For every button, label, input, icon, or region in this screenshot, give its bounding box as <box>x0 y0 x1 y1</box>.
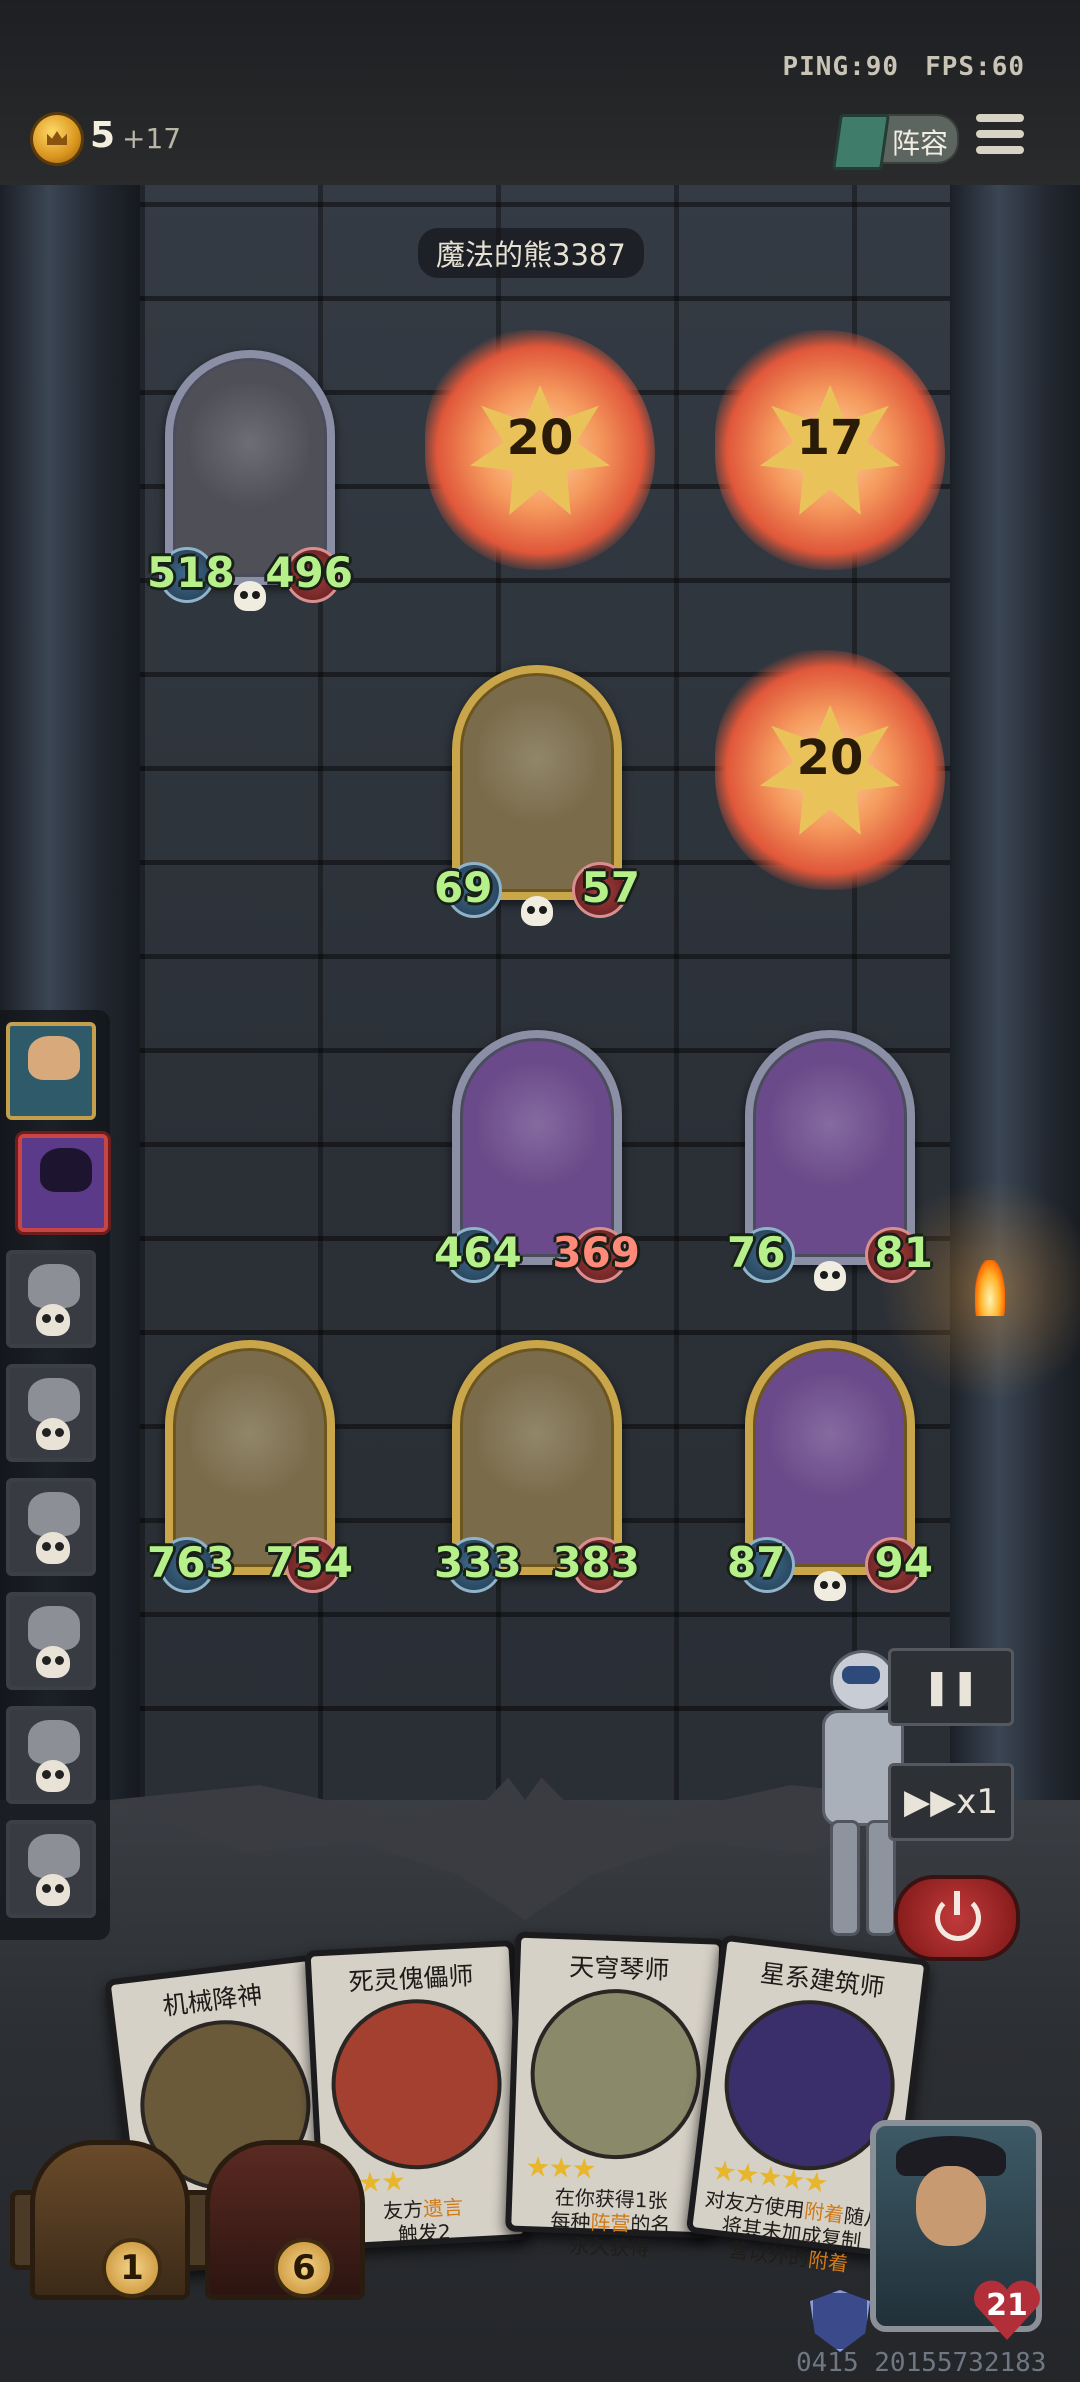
unit-attack: 333 <box>434 1538 522 1587</box>
avatar <box>28 1378 80 1422</box>
skull-icon <box>814 1571 846 1601</box>
skull-icon <box>36 1646 70 1678</box>
mech-dragon-portrait <box>191 384 309 534</box>
torch-flame-icon <box>975 1260 1005 1316</box>
card-description: 在你获得1张 每种阵营的名 永久获得 <box>550 2185 671 2261</box>
player-portrait-eliminated[interactable] <box>6 1250 96 1348</box>
lineup-label: 阵容 <box>892 127 949 160</box>
unit-health: 57 <box>581 863 640 912</box>
unit-health: 369 <box>552 1228 640 1277</box>
unit-card[interactable]: 87 94 <box>727 1340 933 1601</box>
card-title: 死灵傀儡师 <box>347 1961 475 1997</box>
skull-icon <box>36 1304 70 1336</box>
skull-icon <box>36 1532 70 1564</box>
card-portrait <box>531 1990 700 2158</box>
opponent-name: 魔法的熊3387 <box>418 228 644 278</box>
card-stars: ★★★ <box>524 2150 596 2186</box>
unit-attack: 76 <box>727 1228 786 1277</box>
unit-card[interactable]: 763 754 <box>147 1340 353 1593</box>
robot-knight-portrait <box>478 1374 596 1524</box>
player-portrait-eliminated[interactable] <box>6 1820 96 1918</box>
card-title: 机械降神 <box>161 1980 264 2021</box>
pause-button[interactable]: ❚❚ <box>888 1648 1014 1726</box>
skull-icon <box>36 1418 70 1450</box>
player-portrait-self[interactable] <box>6 1022 96 1120</box>
red-dragon-portrait <box>191 1374 309 1524</box>
ping-readout: PING:90 <box>782 52 900 82</box>
unit-attack: 87 <box>727 1538 786 1587</box>
skull-icon <box>521 896 553 926</box>
skull-icon <box>36 1874 70 1906</box>
unit-health: 94 <box>874 1538 933 1587</box>
player-portrait-eliminated[interactable] <box>6 1592 96 1690</box>
unit-attack: 518 <box>147 548 235 597</box>
unit-health: 496 <box>265 548 353 597</box>
damage-burst: 17 <box>715 330 945 570</box>
unit-health: 383 <box>552 1538 640 1587</box>
unit-health: 754 <box>265 1538 353 1587</box>
unit-card[interactable]: 69 57 <box>434 665 640 926</box>
top-bar: PING:90 FPS:60 5 +17 阵容 <box>0 0 1080 188</box>
player-rail <box>0 1010 110 1940</box>
damage-value: 20 <box>506 410 574 466</box>
unit-card[interactable]: 333 383 <box>434 1340 640 1593</box>
skull-icon <box>36 1760 70 1792</box>
avatar <box>28 1036 80 1080</box>
avatar <box>28 1492 80 1536</box>
speed-button[interactable]: ▶▶x1 <box>888 1763 1014 1841</box>
damage-value: 20 <box>796 730 864 786</box>
match-seed: 0415 20155732183 <box>796 2348 1047 2378</box>
right-pillar <box>950 185 1080 1805</box>
skull-icon <box>234 581 266 611</box>
gold-coin-icon <box>33 115 81 163</box>
player-portrait-eliminated[interactable] <box>6 1706 96 1804</box>
network-stats: PING:90 FPS:60 <box>757 52 1026 82</box>
avatar <box>28 1264 80 1308</box>
mech-brute-portrait <box>478 699 596 849</box>
avatar <box>28 1834 80 1878</box>
card-portrait <box>331 1999 502 2170</box>
avatar <box>40 1148 92 1192</box>
skull-icon <box>814 1261 846 1291</box>
damage-burst: 20 <box>425 330 655 570</box>
damage-value: 17 <box>796 410 864 466</box>
unit-attack: 464 <box>434 1228 522 1277</box>
unit-card[interactable]: 518 496 <box>147 350 353 611</box>
tavern-tier-badge: 1 <box>102 2238 162 2298</box>
chef-portrait <box>771 1374 889 1524</box>
unit-attack: 763 <box>147 1538 235 1587</box>
pause-icon: ❚❚ <box>922 1667 980 1707</box>
card-title: 天穹琴师 <box>568 1952 670 1985</box>
fps-readout: FPS:60 <box>925 52 1025 82</box>
card-title: 星系建筑师 <box>758 1958 887 2003</box>
player-portrait-eliminated[interactable] <box>6 1364 96 1462</box>
avatar <box>28 1720 80 1764</box>
damage-burst: 20 <box>715 650 945 890</box>
lineup-button[interactable]: 阵容 <box>832 114 959 170</box>
unit-card[interactable]: 76 81 <box>727 1030 933 1291</box>
unit-card[interactable]: 464 369 <box>434 1030 640 1283</box>
unit-health: 81 <box>874 1228 933 1277</box>
unit-attack: 69 <box>434 863 493 912</box>
golem-portrait <box>478 1064 596 1214</box>
hero-health: 21 <box>986 2288 1028 2323</box>
player-portrait-opponent[interactable] <box>18 1134 108 1232</box>
avatar <box>28 1606 80 1650</box>
upgrade-cost-badge: 6 <box>274 2238 334 2298</box>
book-icon <box>832 114 890 170</box>
exit-power-button[interactable] <box>894 1875 1020 1961</box>
gold-count: 5 <box>90 115 116 156</box>
avatar <box>916 2166 986 2246</box>
player-portrait-eliminated[interactable] <box>6 1478 96 1576</box>
gold-income: +17 <box>122 122 182 155</box>
menu-icon[interactable] <box>976 114 1024 158</box>
harpist-portrait <box>771 1064 889 1214</box>
